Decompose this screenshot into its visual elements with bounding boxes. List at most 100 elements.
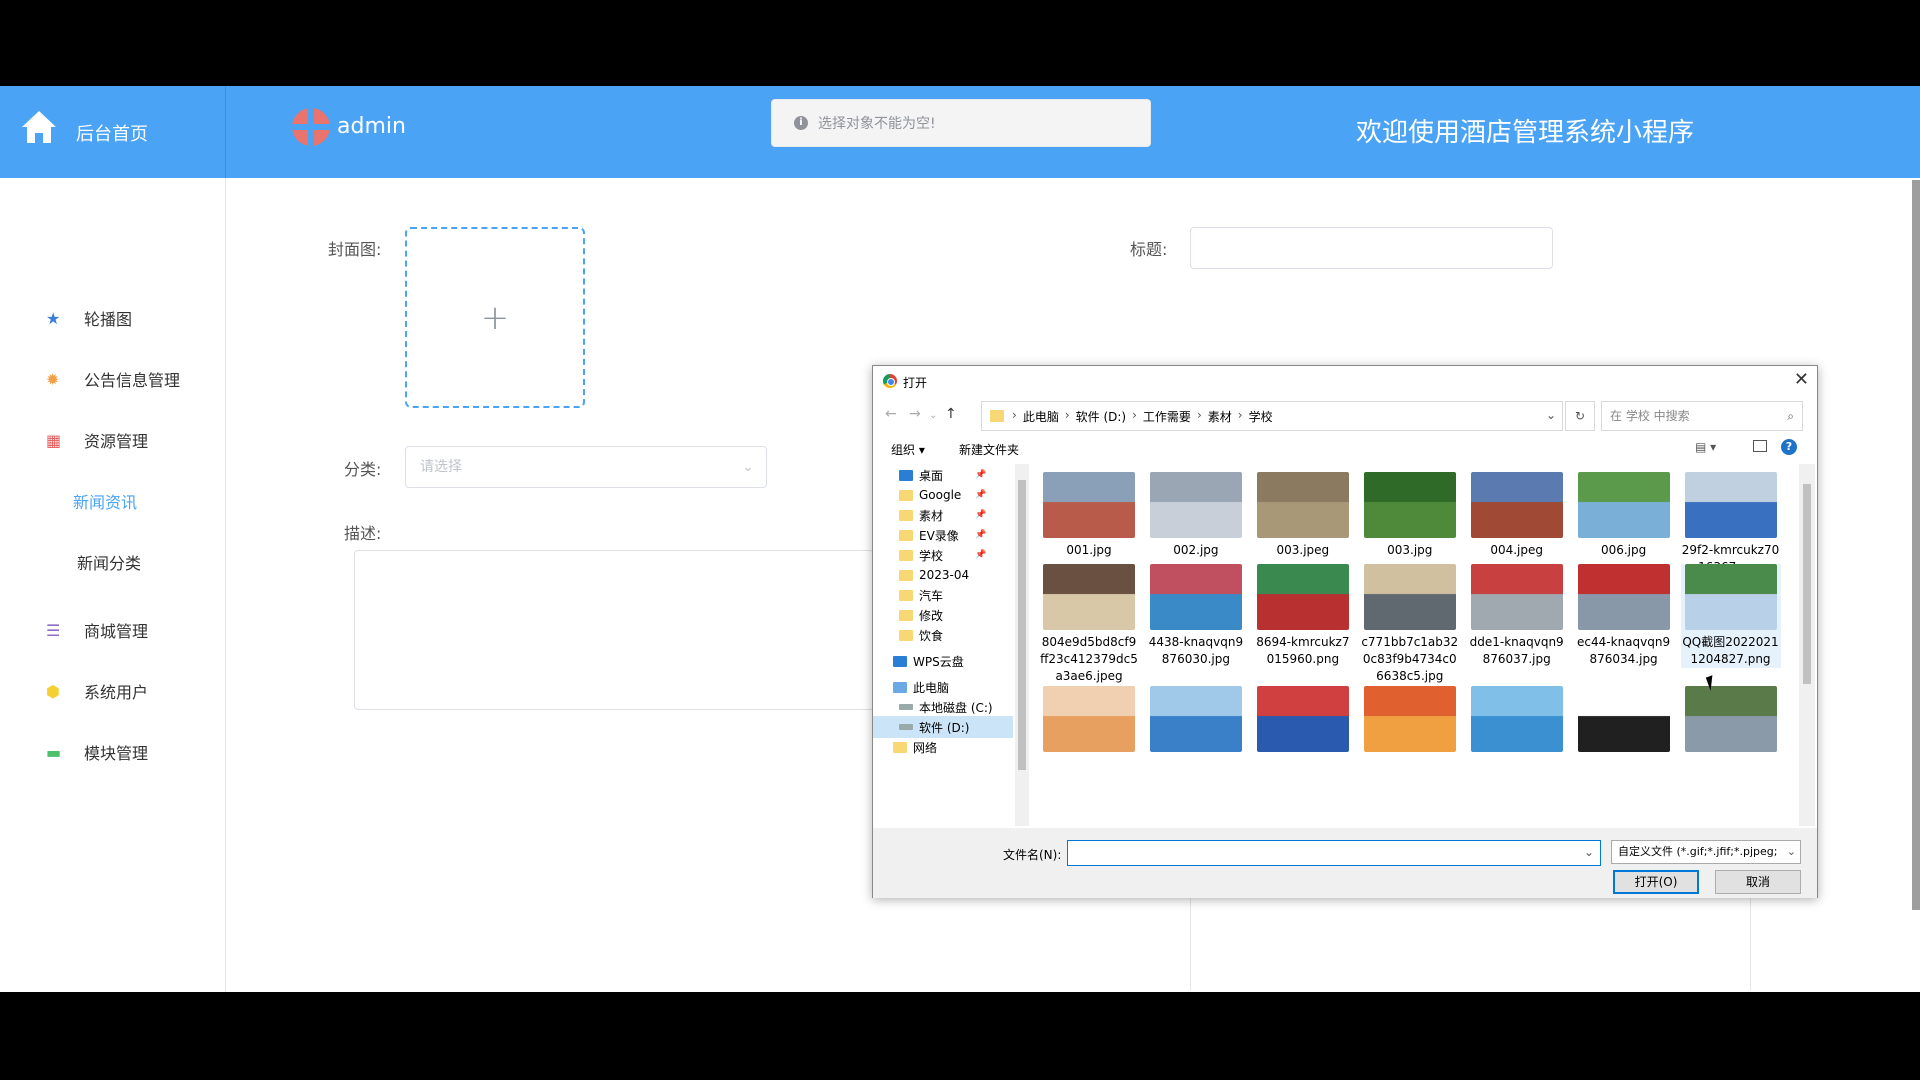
filename-input[interactable]: ⌄: [1067, 840, 1601, 866]
file-type-select[interactable]: 自定义文件 (*.gif;*.jfif;*.pjpeg; ⌄: [1611, 840, 1801, 864]
file-item[interactable]: [1253, 686, 1353, 756]
breadcrumb-item[interactable]: 素材: [1208, 408, 1232, 425]
home-icon: [22, 111, 56, 143]
breadcrumb-separator: ›: [1237, 407, 1243, 422]
file-item[interactable]: 29f2-kmrcukz7016367.png: [1681, 472, 1781, 576]
breadcrumb-item[interactable]: 工作需要: [1143, 408, 1191, 425]
file-thumbnail: [1363, 686, 1456, 752]
sidebar-item-label: 新闻分类: [77, 554, 142, 573]
up-icon[interactable]: ↑: [945, 406, 957, 422]
organize-menu[interactable]: 组织 ▾: [891, 441, 925, 458]
file-item[interactable]: [1146, 686, 1246, 756]
file-thumbnail: [1470, 564, 1563, 630]
chevron-down-icon[interactable]: ⌄: [1584, 845, 1594, 859]
file-thumbnail: [1043, 686, 1135, 752]
close-icon[interactable]: ✕: [1794, 369, 1809, 390]
file-item[interactable]: 8694-kmrcukz7015960.png: [1253, 564, 1353, 668]
breadcrumb-item[interactable]: 此电脑: [1023, 408, 1059, 425]
file-item[interactable]: ec44-knaqvqn9876034.jpg: [1574, 564, 1674, 668]
sidebar-item[interactable]: 新闻资讯: [0, 481, 226, 521]
sidebar-item[interactable]: ⬢ 系统用户: [0, 671, 226, 711]
tree-item[interactable]: 软件 (D:): [873, 716, 1013, 738]
tree-item[interactable]: 学校 📌: [873, 544, 1013, 566]
grid-scrollbar[interactable]: [1799, 464, 1815, 826]
tree-item[interactable]: 网络: [873, 736, 1013, 758]
help-icon[interactable]: ?: [1781, 439, 1797, 455]
preview-pane-icon[interactable]: [1753, 440, 1767, 452]
tree-item-label: WPS云盘: [913, 654, 964, 669]
tree-scrollbar[interactable]: [1015, 464, 1029, 826]
sidebar-item[interactable]: ▬ 模块管理: [0, 732, 226, 772]
warning-toast: i 选择对象不能为空!: [771, 99, 1151, 147]
sidebar-item-label: 资源管理: [84, 432, 149, 451]
category-select[interactable]: 请选择 ⌄: [405, 446, 767, 488]
tree-item[interactable]: EV录像 📌: [873, 524, 1013, 546]
sidebar-item[interactable]: ☰ 商城管理: [0, 610, 226, 650]
file-thumbnail: [1256, 686, 1349, 752]
breadcrumb-separator: ›: [1132, 407, 1137, 422]
file-item[interactable]: [1574, 686, 1674, 756]
address-bar[interactable]: › 此电脑 › 软件 (D:) › 工作需要 › 素材 › 学校 ⌄: [981, 401, 1563, 431]
title-input[interactable]: [1190, 227, 1553, 269]
file-item[interactable]: 003.jpg: [1360, 472, 1460, 559]
sidebar-item-label: 轮播图: [84, 310, 133, 329]
admin-avatar[interactable]: [292, 108, 330, 146]
file-item[interactable]: [1039, 686, 1139, 756]
sidebar-item[interactable]: ▦ 资源管理: [0, 420, 226, 460]
pin-icon: 📌: [975, 490, 987, 500]
breadcrumb-item[interactable]: 软件 (D:): [1076, 408, 1126, 425]
chevron-down-icon[interactable]: ⌄: [1546, 408, 1556, 422]
search-input[interactable]: 在 学校 中搜索 ⌕: [1601, 401, 1803, 431]
file-item[interactable]: 004.jpeg: [1467, 472, 1567, 559]
file-item[interactable]: 002.jpg: [1146, 472, 1246, 559]
tree-item[interactable]: 素材 📌: [873, 504, 1013, 526]
breadcrumb-separator: ›: [1012, 407, 1017, 422]
file-item[interactable]: QQ截图20220211204827.png: [1680, 564, 1781, 668]
sidebar-item[interactable]: 新闻分类: [0, 542, 226, 582]
tree-item[interactable]: 汽车: [873, 584, 1013, 606]
new-folder-button[interactable]: 新建文件夹: [959, 441, 1019, 458]
tree-item[interactable]: 桌面 📌: [873, 464, 1013, 486]
file-item[interactable]: c771bb7c1ab320c83f9b4734c06638c5.jpg: [1360, 564, 1460, 685]
file-item[interactable]: 804e9d5bd8cf9ff23c412379dc5a3ae6.jpeg: [1039, 564, 1139, 685]
tree-item[interactable]: 此电脑: [873, 676, 1013, 698]
tree-item[interactable]: 修改: [873, 604, 1013, 626]
tree-scroll-thumb[interactable]: [1018, 480, 1026, 770]
home-link[interactable]: 后台首页: [0, 86, 226, 178]
forward-icon[interactable]: →: [909, 406, 921, 422]
sidebar-item[interactable]: ★ 轮播图: [0, 298, 226, 338]
pin-icon: 📌: [975, 530, 987, 540]
file-thumbnail: [1363, 564, 1456, 630]
cover-upload[interactable]: +: [405, 227, 585, 408]
file-item[interactable]: dde1-knaqvqn9876037.jpg: [1467, 564, 1567, 668]
file-item[interactable]: [1467, 686, 1567, 756]
file-item[interactable]: 003.jpeg: [1253, 472, 1353, 559]
file-item[interactable]: [1360, 686, 1460, 756]
cancel-button[interactable]: 取消: [1715, 870, 1801, 894]
file-item[interactable]: 001.jpg: [1039, 472, 1139, 559]
tree-item[interactable]: WPS云盘: [873, 650, 1013, 672]
tree-item[interactable]: 饮食: [873, 624, 1013, 646]
file-item[interactable]: [1681, 686, 1781, 756]
file-thumbnail: [1149, 686, 1242, 752]
open-button[interactable]: 打开(O): [1613, 870, 1699, 894]
page-scrollbar[interactable]: [1912, 180, 1920, 910]
view-mode-icon[interactable]: ▤ ▾: [1695, 440, 1716, 454]
desc-textarea[interactable]: [354, 550, 874, 710]
file-thumbnail: [1577, 686, 1670, 752]
grid-scroll-thumb[interactable]: [1803, 484, 1811, 684]
tree-item[interactable]: 2023-04: [873, 564, 1013, 586]
info-icon: i: [794, 116, 808, 130]
breadcrumb-item[interactable]: 学校: [1249, 408, 1273, 425]
file-name: 002.jpg: [1173, 543, 1219, 557]
tree-item[interactable]: 本地磁盘 (C:): [873, 696, 1013, 718]
tree-item[interactable]: Google 📌: [873, 484, 1013, 506]
admin-name[interactable]: admin: [337, 114, 406, 139]
back-icon[interactable]: ←: [885, 406, 897, 422]
file-thumbnail: [1577, 472, 1670, 538]
refresh-icon[interactable]: ↻: [1565, 401, 1595, 431]
sidebar-item[interactable]: ✹ 公告信息管理: [0, 359, 226, 399]
recent-chevron-icon[interactable]: ⌄: [929, 410, 937, 421]
file-item[interactable]: 006.jpg: [1574, 472, 1674, 559]
file-item[interactable]: 4438-knaqvqn9876030.jpg: [1146, 564, 1246, 668]
